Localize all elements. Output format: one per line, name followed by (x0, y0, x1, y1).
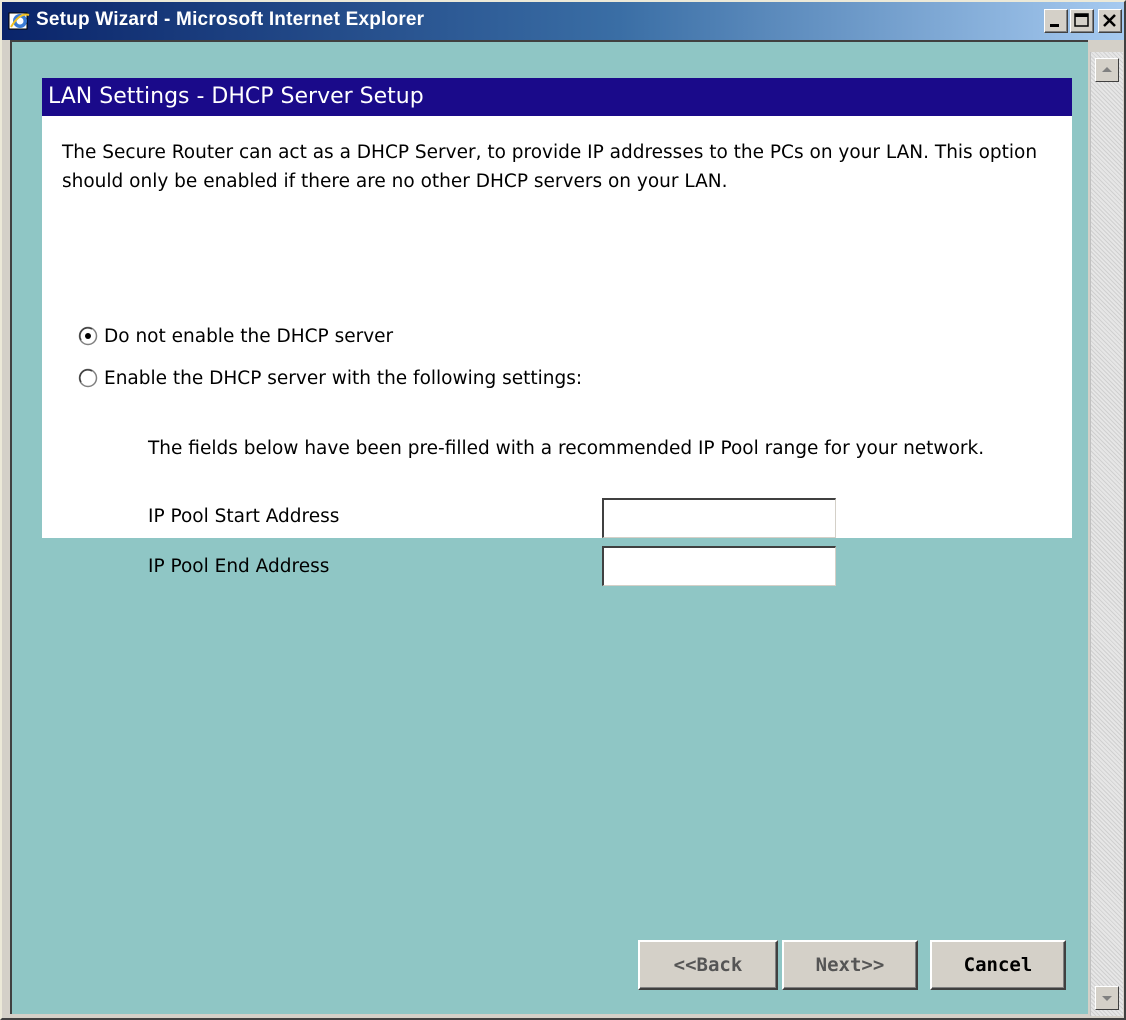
window-title: Setup Wizard - Microsoft Internet Explor… (36, 9, 425, 30)
ip-pool-note: The fields below have been pre-filled wi… (148, 438, 985, 459)
ip-pool-start-input[interactable] (602, 498, 836, 538)
intro-text: The Secure Router can act as a DHCP Serv… (62, 142, 1038, 192)
internet-explorer-icon (8, 12, 30, 30)
radio-selected-icon[interactable] (78, 326, 98, 346)
scroll-up-button[interactable] (1095, 58, 1119, 82)
browser-window: Setup Wizard - Microsoft Internet Explor… (0, 0, 1126, 1020)
arrow-up-icon (1102, 67, 1112, 72)
radio-unselected-icon[interactable] (78, 368, 98, 388)
option-enable-dhcp[interactable]: Enable the DHCP server with the followin… (78, 364, 582, 392)
cancel-button[interactable]: Cancel (930, 940, 1066, 990)
option-enable-dhcp-label: Enable the DHCP server with the followin… (104, 367, 583, 389)
page-content-area: LAN Settings - DHCP Server Setup The Sec… (10, 40, 1088, 1014)
close-button[interactable] (1098, 9, 1122, 33)
minimize-icon (1050, 24, 1059, 27)
ip-pool-end-input[interactable] (602, 546, 836, 586)
page-title: LAN Settings - DHCP Server Setup (42, 78, 1072, 116)
option-disable-dhcp-label: Do not enable the DHCP server (104, 325, 394, 347)
minimize-button[interactable] (1044, 9, 1068, 33)
window-title-bar[interactable]: Setup Wizard - Microsoft Internet Explor… (2, 2, 1124, 40)
arrow-down-icon (1102, 996, 1112, 1001)
next-button[interactable]: Next>> (782, 940, 918, 990)
scroll-down-button[interactable] (1095, 986, 1119, 1010)
dhcp-setup-panel: LAN Settings - DHCP Server Setup The Sec… (42, 78, 1072, 586)
vertical-scrollbar[interactable] (1090, 52, 1123, 1016)
ip-pool-start-label: IP Pool Start Address (148, 506, 340, 527)
option-disable-dhcp[interactable]: Do not enable the DHCP server (78, 322, 393, 350)
back-button[interactable]: <<Back (638, 940, 778, 990)
maximize-button[interactable] (1070, 9, 1094, 33)
maximize-icon (1074, 13, 1089, 27)
close-icon (1103, 14, 1116, 27)
ip-pool-end-label: IP Pool End Address (148, 556, 330, 577)
